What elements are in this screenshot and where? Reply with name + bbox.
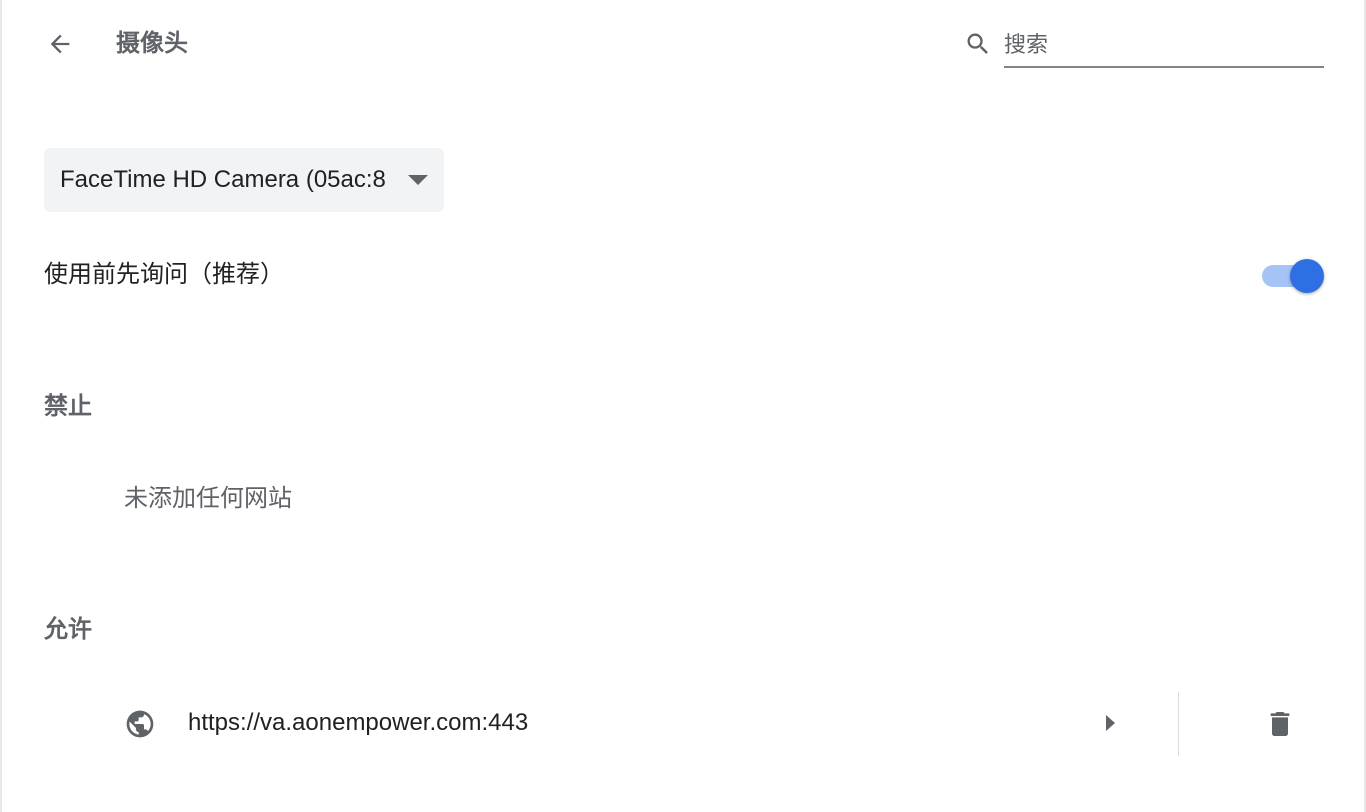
camera-settings-page: 摄像头 FaceTime HD Camera (05ac:8 使用前先询问（推荐… (0, 0, 1366, 812)
blocked-empty-text: 未添加任何网站 (124, 485, 292, 512)
site-details-link[interactable]: https://va.aonempower.com:443 (102, 690, 1176, 756)
blocked-section-heading: 禁止 (44, 393, 92, 420)
ask-before-access-label: 使用前先询问（推荐） (44, 261, 284, 288)
allowed-section-heading: 允许 (44, 616, 92, 643)
site-list-item: https://va.aonempower.com:443 (102, 690, 1328, 756)
search-input[interactable] (1004, 24, 1324, 68)
camera-select-value: FaceTime HD Camera (05ac:8 (60, 166, 386, 193)
camera-select[interactable]: FaceTime HD Camera (05ac:8 (44, 148, 444, 212)
arrow-back-icon (50, 34, 70, 54)
delete-site-button[interactable] (1252, 702, 1308, 746)
trash-icon (1270, 712, 1290, 736)
site-url: https://va.aonempower.com:443 (188, 709, 529, 736)
globe-icon (126, 710, 154, 738)
back-button[interactable] (38, 24, 82, 64)
row-divider (1178, 692, 1179, 756)
page-title: 摄像头 (116, 30, 188, 57)
ask-before-access-toggle[interactable] (1260, 258, 1326, 294)
toggle-knob (1290, 259, 1324, 293)
arrow-right-icon (1106, 715, 1115, 731)
search-icon[interactable] (964, 30, 992, 58)
caret-down-icon (408, 175, 428, 185)
